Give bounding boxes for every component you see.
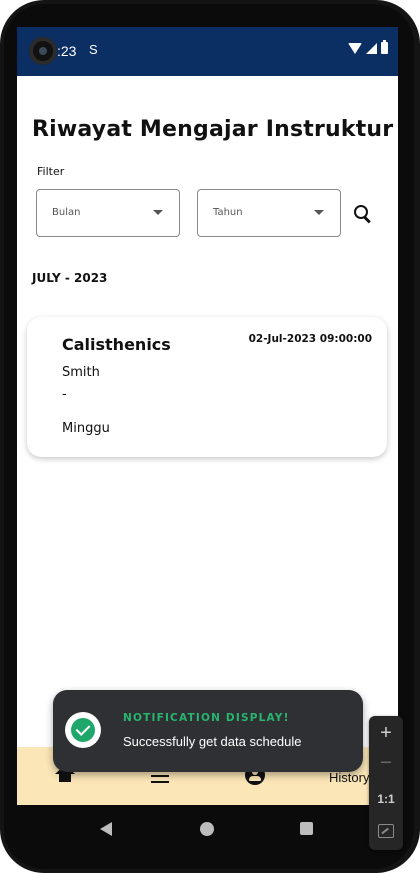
toast-message: Successfully get data schedule	[123, 734, 302, 749]
month-group-label: JULY - 2023	[32, 271, 108, 285]
notification-toast: NOTIFICATION DISPLAY! Successfully get d…	[53, 690, 363, 772]
search-icon-handle	[364, 216, 371, 224]
chevron-down-icon	[314, 210, 324, 215]
month-select[interactable]: Bulan	[36, 189, 180, 237]
zoom-in-button[interactable]: +	[369, 722, 403, 745]
signal-icon	[366, 42, 377, 54]
chevron-down-icon	[153, 210, 163, 215]
menu-icon-line	[151, 781, 169, 783]
check-circle-icon	[71, 718, 95, 742]
filter-label: Filter	[37, 165, 65, 178]
page-title: Riwayat Mengajar Instruktur	[32, 117, 394, 142]
battery-icon	[381, 40, 388, 54]
recents-icon[interactable]	[300, 822, 313, 835]
search-button[interactable]	[352, 203, 374, 225]
home-icon-base	[59, 773, 71, 782]
status-bar: :23 S	[17, 27, 398, 76]
fit-screen-icon[interactable]	[378, 824, 394, 838]
year-select[interactable]: Tahun	[197, 189, 341, 237]
front-camera	[29, 37, 57, 65]
status-time: :23	[57, 43, 77, 59]
zoom-out-button[interactable]: −	[369, 752, 403, 775]
nav-history-label[interactable]: History	[329, 770, 369, 785]
schedule-datetime: 02-Jul-2023 09:00:00	[248, 333, 372, 345]
instructor-name: Smith	[62, 365, 100, 380]
notification-s-icon: S	[89, 42, 98, 57]
emulator-zoom-toolbar: + − 1:1	[369, 716, 403, 850]
home-circle-icon[interactable]	[200, 822, 214, 836]
back-icon[interactable]	[100, 822, 112, 836]
class-name: Calisthenics	[62, 335, 171, 354]
menu-icon-line	[151, 775, 169, 777]
schedule-day: Minggu	[62, 421, 110, 436]
zoom-actual-size-button[interactable]: 1:1	[369, 792, 403, 806]
year-select-label: Tahun	[213, 207, 243, 218]
wifi-icon	[348, 42, 362, 54]
schedule-card[interactable]: Calisthenics 02-Jul-2023 09:00:00 Smith …	[27, 317, 387, 457]
system-icons	[348, 40, 388, 54]
system-navigation-bar	[17, 805, 398, 853]
device-frame: :23 S Riwayat Mengajar Instruktur Filter…	[0, 0, 420, 873]
app-screen: :23 S Riwayat Mengajar Instruktur Filter…	[17, 27, 398, 805]
month-select-label: Bulan	[52, 207, 81, 218]
success-icon-wrap	[65, 712, 101, 748]
separator: -	[62, 387, 67, 402]
toast-title: NOTIFICATION DISPLAY!	[123, 712, 290, 724]
